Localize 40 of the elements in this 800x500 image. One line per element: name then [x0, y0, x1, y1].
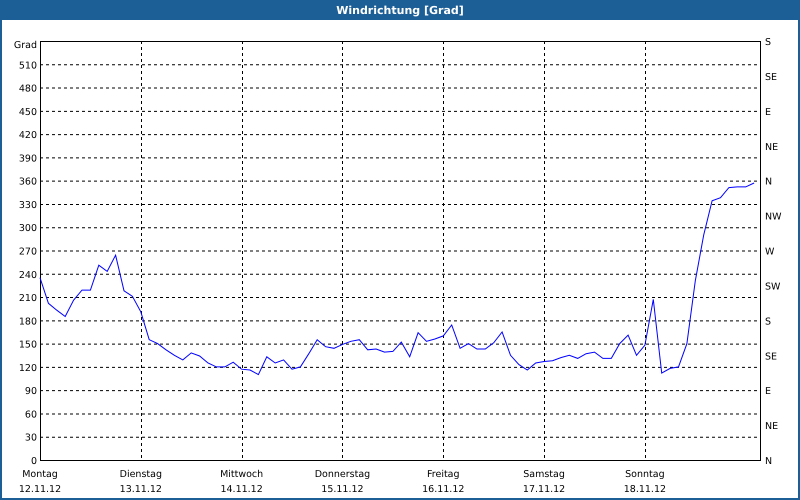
axis-label: SE: [765, 351, 778, 362]
axis-label: Freitag 16.11.12: [422, 469, 464, 495]
axis-label: Mittwoch 14.11.12: [220, 469, 264, 495]
axis-label: 240: [18, 270, 37, 281]
axis-label: 360: [18, 176, 37, 188]
axis-label: Sonntag 18.11.12: [624, 469, 666, 495]
axis-label: E: [765, 386, 772, 398]
axis-label: SW: [765, 281, 780, 292]
axis-label: 60: [24, 409, 37, 420]
axis-label: 330: [18, 200, 37, 211]
axis-label: 480: [18, 84, 37, 95]
axis-label: 510: [18, 60, 37, 72]
axis-label: NE: [765, 142, 778, 153]
axis-label: 30: [24, 432, 37, 444]
axis-label: Dienstag 13.11.12: [120, 469, 162, 495]
axis-label: 150: [18, 340, 37, 351]
axis-label: N: [765, 456, 772, 467]
axis-label: 210: [18, 293, 37, 304]
axis-label: 390: [18, 153, 37, 164]
axis-label: S: [765, 37, 772, 48]
axis-label: E: [765, 106, 772, 118]
axis-title: Grad: [14, 40, 37, 51]
axis-label: S: [765, 316, 772, 328]
axis-label: Montag 12.11.12: [18, 469, 62, 495]
axis-label: 180: [18, 316, 37, 328]
axis-label: 450: [18, 106, 37, 118]
axis-label: NE: [765, 421, 778, 432]
axis-label: 270: [18, 246, 37, 258]
axis-label: Donnerstag 15.11.12: [314, 469, 370, 495]
axis-label: 90: [24, 386, 37, 398]
axis-label: 300: [18, 223, 37, 234]
axis-label: Samstag 17.11.12: [522, 469, 566, 495]
axis-label: N: [765, 176, 772, 188]
axis-label: SE: [765, 72, 778, 83]
axis-label: 120: [18, 362, 37, 374]
axis-label: 420: [18, 130, 37, 142]
window-title: Windrichtung [Grad]: [336, 4, 464, 16]
axis-label: 0: [30, 456, 37, 467]
axis-label: NW: [765, 212, 782, 223]
axis-label: W: [765, 246, 774, 258]
